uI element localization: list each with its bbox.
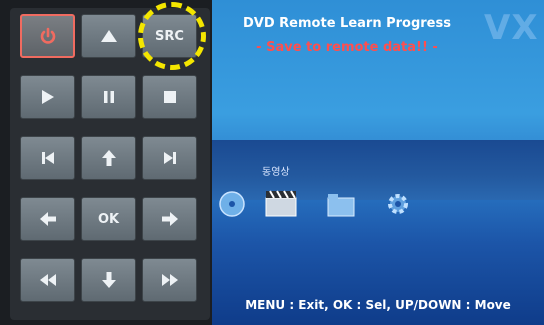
arrow-left-icon bbox=[39, 212, 56, 226]
rewind-icon bbox=[39, 274, 56, 286]
watermark-text: VX bbox=[484, 8, 539, 48]
play-icon bbox=[41, 90, 54, 104]
cursor-down-button[interactable] bbox=[81, 258, 136, 302]
navigation-hint: MENU : Exit, OK : Sel, UP/DOWN : Move bbox=[245, 298, 511, 312]
highlight-circle bbox=[138, 2, 206, 70]
menu-icon-row bbox=[212, 188, 544, 228]
arrow-up-icon bbox=[101, 150, 116, 166]
screen-subtitle: - Save to remote data!! - bbox=[256, 40, 438, 55]
remote-panel: SRC OK bbox=[0, 0, 212, 325]
rewind-button[interactable] bbox=[20, 258, 75, 302]
prev-button[interactable] bbox=[20, 136, 75, 180]
cursor-up-button[interactable] bbox=[81, 136, 136, 180]
stop-icon bbox=[163, 91, 176, 103]
cursor-left-button[interactable] bbox=[20, 197, 75, 241]
skip-next-icon bbox=[163, 152, 176, 164]
pause-button[interactable] bbox=[81, 75, 136, 119]
skip-previous-icon bbox=[41, 152, 54, 164]
clapperboard-icon bbox=[265, 190, 297, 217]
fast-forward-icon bbox=[161, 274, 178, 286]
gear-icon bbox=[388, 194, 408, 214]
folder-icon bbox=[327, 194, 355, 217]
screen-title: DVD Remote Learn Progress bbox=[243, 16, 451, 31]
ok-label: OK bbox=[97, 211, 120, 227]
fast-forward-button[interactable] bbox=[142, 258, 197, 302]
triangle-up-icon bbox=[100, 30, 117, 42]
pause-icon bbox=[103, 91, 114, 103]
power-button[interactable] bbox=[20, 14, 75, 58]
disc-icon bbox=[219, 191, 245, 217]
play-button[interactable] bbox=[20, 75, 75, 119]
arrow-down-icon bbox=[101, 272, 116, 288]
up-button[interactable] bbox=[81, 14, 136, 58]
power-icon bbox=[40, 27, 55, 44]
ok-button[interactable]: OK bbox=[81, 197, 136, 241]
display-screen: VX DVD Remote Learn Progress - Save to r… bbox=[212, 0, 544, 325]
arrow-right-icon bbox=[161, 212, 178, 226]
stop-button[interactable] bbox=[142, 75, 197, 119]
menu-item-label: 동영상 bbox=[262, 167, 290, 178]
cursor-right-button[interactable] bbox=[142, 197, 197, 241]
next-button[interactable] bbox=[142, 136, 197, 180]
